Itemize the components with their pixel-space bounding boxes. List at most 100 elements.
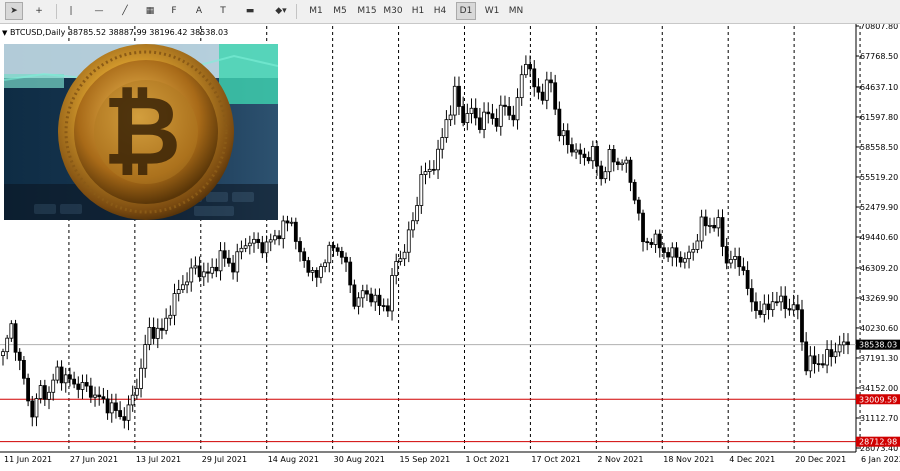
cursor-icon[interactable]: ➤ xyxy=(5,2,23,20)
candle-body xyxy=(327,244,332,264)
candle-body xyxy=(147,327,152,346)
toolbar-separator xyxy=(296,4,297,19)
candle-body xyxy=(800,309,804,343)
candle-body xyxy=(339,251,344,258)
candle-body xyxy=(519,74,524,99)
candle-body xyxy=(260,242,265,254)
candle-body xyxy=(398,258,403,262)
fibonacci-icon[interactable]: F xyxy=(166,2,182,20)
candle-body xyxy=(708,224,712,227)
candle-body xyxy=(13,323,18,353)
candle-body xyxy=(549,79,553,84)
candle-body xyxy=(264,241,269,254)
candle-body xyxy=(419,174,424,206)
candle-body xyxy=(515,97,520,121)
candle-body xyxy=(273,235,277,241)
y-tick-label: 43269.90 xyxy=(860,294,898,303)
x-tick-label: 17 Oct 2021 xyxy=(531,455,580,464)
text-icon[interactable]: A xyxy=(192,2,206,20)
candle-body xyxy=(816,363,821,366)
candle-body xyxy=(779,295,783,303)
candle-body xyxy=(348,261,353,286)
candle-body xyxy=(427,168,432,172)
y-tick-label: 31112.70 xyxy=(860,414,898,423)
timeframe-w1[interactable]: W1 xyxy=(482,2,502,20)
candle-body xyxy=(494,118,499,127)
timeframe-m15[interactable]: M15 xyxy=(354,2,380,20)
text-label-icon[interactable]: T xyxy=(216,2,230,20)
timeframe-mn[interactable]: MN xyxy=(506,2,526,20)
candle-body xyxy=(114,402,118,411)
candle-body xyxy=(423,171,428,175)
candle-body xyxy=(68,374,72,380)
rectangle-icon[interactable]: ▬ xyxy=(242,2,258,20)
candle-body xyxy=(415,205,420,222)
candle-body xyxy=(55,366,60,381)
timeframe-m30[interactable]: M30 xyxy=(380,2,406,20)
candle-body xyxy=(406,229,411,253)
candle-body xyxy=(235,251,240,273)
candle-body xyxy=(536,86,541,93)
candle-body xyxy=(523,64,528,76)
candle-body xyxy=(239,247,244,253)
candle-body xyxy=(503,104,507,107)
symbol-label: BTCUSD,Daily xyxy=(9,28,66,37)
candle-body xyxy=(737,256,742,268)
candle-body xyxy=(84,382,89,387)
candle-body xyxy=(201,271,206,278)
candle-body xyxy=(461,106,466,124)
candle-body xyxy=(335,247,340,252)
candle-body xyxy=(720,217,725,247)
y-tick-label: 58558.50 xyxy=(860,143,898,152)
y-tick-label: 34152.00 xyxy=(860,384,898,393)
candle-body xyxy=(47,391,51,400)
timeframe-m5[interactable]: M5 xyxy=(330,2,350,20)
candle-body xyxy=(653,233,658,245)
candle-body xyxy=(164,317,169,331)
timeframe-h4[interactable]: H4 xyxy=(430,2,450,20)
candle-body xyxy=(155,327,160,339)
candle-body xyxy=(473,107,478,119)
candle-body xyxy=(578,149,583,155)
candle-body xyxy=(285,220,290,224)
bitcoin-symbol: ₿ xyxy=(103,75,181,187)
symbol-dropdown-icon[interactable]: ▼ xyxy=(2,29,7,37)
candle-body xyxy=(381,305,386,307)
x-tick-label: 30 Aug 2021 xyxy=(334,455,385,464)
y-tick-label: 46309.20 xyxy=(860,264,898,273)
candle-body xyxy=(603,171,608,180)
candle-body xyxy=(373,294,378,303)
candle-body xyxy=(724,246,729,264)
x-tick-label: 4 Dec 2021 xyxy=(729,455,775,464)
candle-body xyxy=(544,79,549,101)
candle-body xyxy=(766,303,771,311)
timeframe-d1[interactable]: D1 xyxy=(456,2,476,20)
candle-body xyxy=(670,247,675,258)
candle-body xyxy=(540,91,545,101)
trendline-icon[interactable]: ╱ xyxy=(116,2,134,20)
shapes-dropdown-icon[interactable]: ◆▾ xyxy=(270,2,292,20)
candle-body xyxy=(490,113,495,119)
candle-body xyxy=(390,275,394,312)
horizontal-line-icon[interactable]: — xyxy=(90,2,108,20)
y-tick-label: 70807.80 xyxy=(860,24,898,31)
channel-icon[interactable]: ▦ xyxy=(141,2,159,20)
timeframe-m1[interactable]: M1 xyxy=(306,2,326,20)
candle-body xyxy=(256,238,261,244)
candle-body xyxy=(193,265,198,269)
candle-body xyxy=(678,256,683,263)
crosshair-icon[interactable]: + xyxy=(30,2,48,20)
candle-body xyxy=(385,305,390,312)
candle-body xyxy=(352,284,357,307)
candle-body xyxy=(825,349,829,366)
candle-body xyxy=(469,107,474,114)
candle-body xyxy=(716,217,721,229)
candle-body xyxy=(360,290,365,299)
timeframe-h1[interactable]: H1 xyxy=(408,2,428,20)
candle-body xyxy=(218,250,223,272)
candle-body xyxy=(561,130,566,137)
vertical-line-icon[interactable]: | xyxy=(64,2,78,20)
candle-body xyxy=(774,301,779,304)
toolbar-separator xyxy=(56,4,57,19)
x-tick-label: 15 Sep 2021 xyxy=(400,455,451,464)
